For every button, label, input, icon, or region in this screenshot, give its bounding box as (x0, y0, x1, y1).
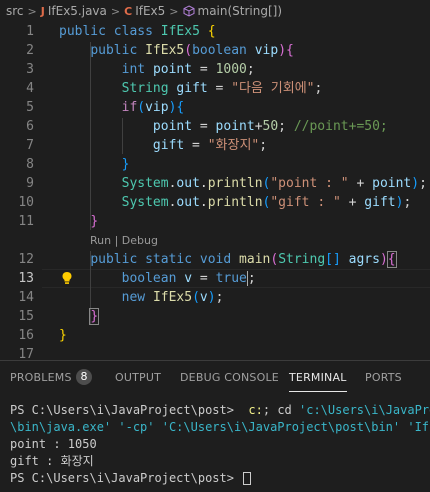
code-line[interactable]: 9 System.out.println("point : " + point)… (0, 174, 430, 193)
breadcrumb-class[interactable]: C IfEx5 (124, 4, 165, 18)
code-text: new IfEx5(v); (121, 290, 224, 305)
line-number: 12 (18, 252, 34, 267)
line-number: 14 (18, 290, 34, 305)
line-number: 8 (26, 157, 34, 172)
code-editor[interactable]: Run | Debug 1 public class IfEx5 { 2 public… (0, 22, 430, 362)
line-number: 15 (18, 309, 34, 324)
line-number: 5 (26, 100, 34, 115)
terminal-prompt: PS C:\Users\i\JavaProject\post> (10, 471, 242, 485)
code-line[interactable]: 6 point = point+50; //point+=50; (0, 117, 430, 136)
code-line[interactable]: 7 gift = "화장지"; (0, 136, 430, 155)
code-text: int point = 1000; (121, 62, 255, 77)
method-cube-icon (183, 5, 194, 17)
code-line[interactable]: 10 System.out.println("gift : " + gift); (0, 193, 430, 212)
code-text: } (59, 328, 67, 343)
tab-problems[interactable]: PROBLEMS (10, 371, 72, 384)
line-number: 11 (18, 214, 34, 229)
line-number: 2 (26, 43, 34, 58)
line-number: 10 (18, 195, 34, 210)
terminal-line-2: \bin\java.exe' '-cp' 'C:\Users\i\JavaPro… (10, 420, 430, 434)
tab-output[interactable]: OUTPUT (115, 371, 161, 384)
code-text: } (89, 308, 100, 325)
bottom-panel: PROBLEMS 8 OUTPUT DEBUG CONSOLE TERMINAL… (0, 360, 430, 492)
code-text: boolean v = true; (121, 271, 256, 286)
terminal-command: ; cd (262, 403, 299, 417)
terminal-cursor (243, 472, 252, 485)
tab-debug-console[interactable]: DEBUG CONSOLE (180, 371, 279, 384)
breadcrumb-method[interactable]: main(String[]) (183, 4, 283, 18)
code-line[interactable]: 3 int point = 1000; (0, 60, 430, 79)
java-file-icon: J (40, 4, 45, 18)
code-text: point = point+50; //point+=50; (152, 119, 388, 134)
code-text: gift = "화장지"; (152, 138, 268, 153)
terminal-line-5[interactable]: PS C:\Users\i\JavaProject\post> (10, 470, 430, 487)
code-line[interactable]: 14 new IfEx5(v); (0, 288, 430, 307)
breadcrumb-folder[interactable]: src (6, 4, 24, 18)
code-line[interactable]: 16} (0, 326, 430, 345)
code-lens-run-debug[interactable]: Run | Debug (90, 234, 158, 247)
line-number: 3 (26, 62, 34, 77)
line-number: 4 (26, 81, 34, 96)
line-number: 16 (18, 328, 34, 343)
tab-terminal[interactable]: TERMINAL (289, 371, 347, 392)
code-text: } (90, 214, 99, 229)
code-text: String gift = "다음 기회에"; (121, 81, 323, 96)
breadcrumb-class-label: IfEx5 (135, 4, 166, 18)
breadcrumb-file-label: IfEx5.java (47, 4, 107, 18)
problems-count-badge: 8 (76, 369, 92, 385)
class-icon: C (124, 4, 133, 18)
lightbulb-icon[interactable] (61, 271, 73, 285)
code-line[interactable]: 1 public class IfEx5 { (0, 22, 430, 41)
terminal-prompt: PS C:\Users\i\JavaProject\post> (10, 403, 242, 417)
breadcrumb-file[interactable]: J IfEx5.java (41, 4, 107, 18)
code-text: public IfEx5(boolean vip){ (90, 43, 294, 58)
code-line[interactable]: 8 } (0, 155, 430, 174)
code-text: System.out.println("gift : " + gift); (121, 195, 412, 210)
code-text: } (121, 157, 130, 172)
breadcrumb: src > J IfEx5.java > C IfEx5 > main(Stri… (0, 0, 430, 22)
line-number: 1 (26, 24, 34, 39)
chevron-right-icon: > (110, 4, 121, 18)
code-line[interactable]: 15 } (0, 307, 430, 326)
breadcrumb-folder-label: src (6, 4, 24, 18)
breadcrumb-method-label: main(String[]) (197, 4, 283, 18)
tab-ports[interactable]: PORTS (365, 371, 402, 384)
panel-tabs: PROBLEMS 8 OUTPUT DEBUG CONSOLE TERMINAL… (0, 361, 430, 393)
terminal-line-4: gift : 화장지 (10, 454, 94, 468)
code-text: if(vip){ (121, 100, 185, 115)
code-text: System.out.println("point : " + point); (121, 176, 427, 191)
terminal-line-3: point : 1050 (10, 437, 97, 451)
code-line[interactable]: 2 public IfEx5(boolean vip){ (0, 41, 430, 60)
terminal-line-1: PS C:\Users\i\JavaProject\post> c:; cd '… (10, 402, 430, 419)
chevron-right-icon: > (169, 4, 179, 18)
line-number: 9 (26, 176, 34, 191)
code-line[interactable]: 12 public static void main(String[] agrs… (0, 250, 430, 269)
chevron-right-icon: > (27, 4, 37, 18)
code-text: public class IfEx5 { (59, 24, 216, 39)
code-line[interactable]: 4 String gift = "다음 기회에"; (0, 79, 430, 98)
terminal-command: 'c:\Users\i\JavaProj (299, 403, 430, 417)
code-text: public static void main(String[] agrs){ (90, 251, 397, 268)
terminal-command: c: (241, 403, 263, 417)
line-number: 7 (26, 138, 34, 153)
code-line[interactable]: 5 if(vip){ (0, 98, 430, 117)
line-number: 13 (18, 271, 34, 286)
code-line[interactable]: 11 } (0, 212, 430, 231)
line-number: 6 (26, 119, 34, 134)
